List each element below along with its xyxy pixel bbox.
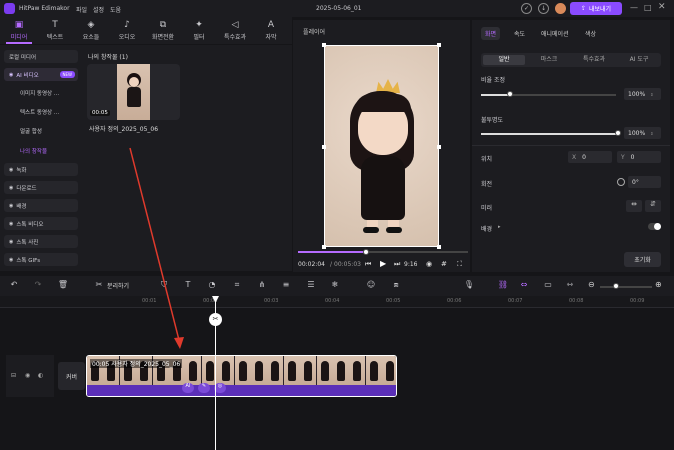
- annotation-arrow: [129, 147, 184, 349]
